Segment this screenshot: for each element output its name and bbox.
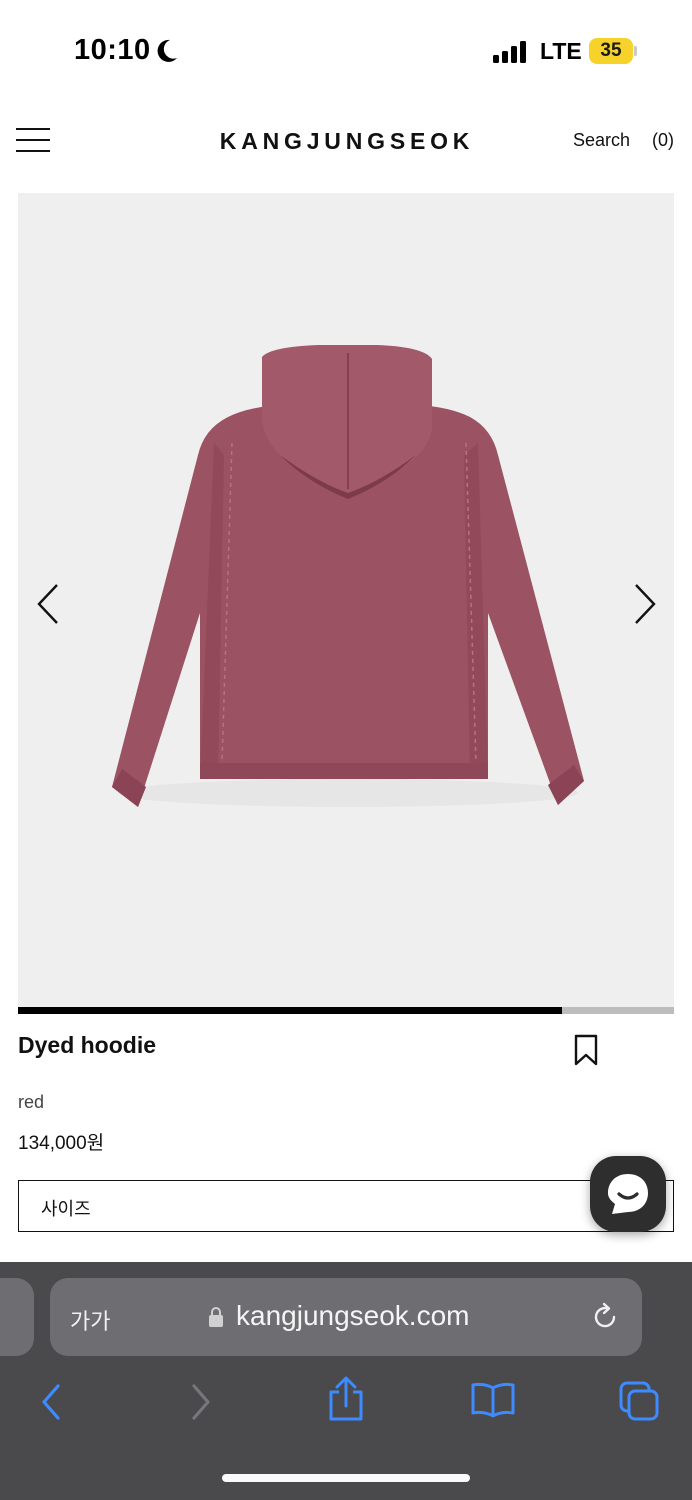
back-icon[interactable] <box>38 1382 64 1422</box>
chat-icon <box>608 1174 648 1214</box>
battery-icon: 35 <box>589 38 637 64</box>
search-link[interactable]: Search <box>573 130 630 151</box>
gallery-progress-fill <box>18 1007 563 1014</box>
url-text[interactable]: kangjungseok.com <box>236 1300 469 1332</box>
product-name: Dyed hoodie <box>18 1032 157 1058</box>
reload-icon[interactable] <box>590 1302 620 1332</box>
gallery-progress <box>18 1007 674 1014</box>
share-icon[interactable] <box>326 1376 366 1422</box>
network-label: LTE <box>540 38 582 64</box>
tabs-icon[interactable] <box>618 1380 660 1422</box>
moon-icon <box>157 39 177 62</box>
size-select-label: 사이즈 <box>41 1199 91 1219</box>
battery-level: 35 <box>600 40 622 61</box>
chat-button[interactable] <box>590 1156 666 1232</box>
product-price: 134,000원 <box>18 1133 105 1154</box>
bookmarks-icon[interactable] <box>470 1382 516 1418</box>
site-header: KANGJUNGSEOK Search (0) <box>0 108 692 172</box>
chevron-left-icon[interactable] <box>35 583 61 625</box>
lock-icon <box>209 1307 223 1327</box>
forward-icon[interactable] <box>188 1382 214 1422</box>
product-image <box>112 345 584 807</box>
product-color: red <box>18 1092 45 1112</box>
product-gallery[interactable] <box>18 193 674 1007</box>
browser-toolbar <box>0 1372 692 1432</box>
browser-chrome: 가가 kangjungseok.com <box>0 1262 692 1500</box>
size-select[interactable]: 사이즈 <box>18 1180 674 1232</box>
signal-icon <box>493 41 526 63</box>
status-time: 10:10 <box>74 34 151 66</box>
cart-link[interactable]: (0) <box>652 130 674 151</box>
address-bar[interactable]: 가가 kangjungseok.com <box>50 1278 642 1356</box>
status-bar: 10:10 LTE 35 <box>0 0 692 100</box>
bookmark-icon[interactable] <box>574 1034 598 1066</box>
text-size-button[interactable]: 가가 <box>70 1304 110 1336</box>
chevron-right-icon[interactable] <box>632 583 658 625</box>
home-indicator <box>222 1474 470 1482</box>
previous-tab-preview[interactable] <box>0 1278 34 1356</box>
